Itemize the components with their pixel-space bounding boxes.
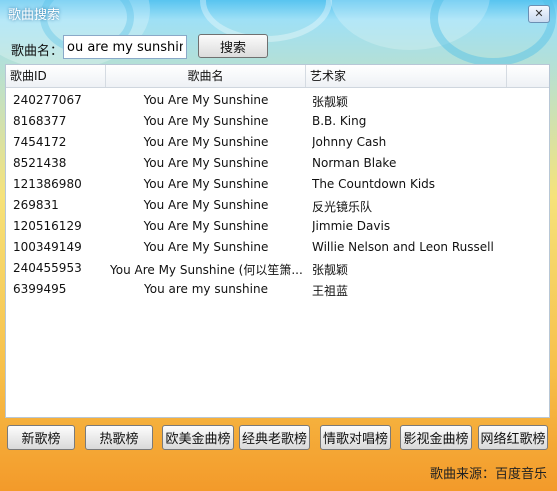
song-name-cell: You Are My Sunshine bbox=[143, 114, 269, 128]
app-window: 歌曲搜索 ✕ 歌曲名： 搜索 歌曲ID 歌曲名 艺术家 240277067 You… bbox=[0, 0, 557, 491]
song-name-cell: You Are My Sunshine bbox=[143, 135, 269, 149]
list-row[interactable]: 8168377 You Are My Sunshine B.B. King bbox=[6, 111, 549, 132]
song-name-label: 歌曲名： bbox=[11, 44, 64, 59]
new-songs-button[interactable]: 新歌榜 bbox=[7, 425, 75, 450]
artist-cell: Johnny Cash bbox=[312, 135, 387, 149]
western-hits-button[interactable]: 欧美金曲榜 bbox=[162, 425, 234, 450]
close-button[interactable]: ✕ bbox=[528, 5, 550, 23]
artist-cell: 张靓颖 bbox=[312, 95, 349, 109]
song-name-cell: You Are My Sunshine bbox=[143, 198, 269, 212]
list-row[interactable]: 269831 You Are My Sunshine 反光镜乐队 bbox=[6, 195, 549, 216]
artist-cell: B.B. King bbox=[312, 114, 367, 128]
song-id-cell: 121386980 bbox=[13, 177, 82, 191]
artist-cell: The Countdown Kids bbox=[312, 177, 436, 191]
artist-cell: Norman Blake bbox=[312, 156, 397, 170]
list-row[interactable]: 6399495 You are my sunshine 王祖蓝 bbox=[6, 279, 549, 300]
song-id-cell: 240455953 bbox=[13, 261, 82, 275]
song-id-cell: 269831 bbox=[13, 198, 59, 212]
artist-cell: 王祖蓝 bbox=[312, 284, 349, 298]
window-title: 歌曲搜索 bbox=[8, 8, 61, 23]
hot-songs-button[interactable]: 热歌榜 bbox=[85, 425, 153, 450]
song-name-cell: You Are My Sunshine bbox=[143, 177, 269, 191]
song-id-cell: 6399495 bbox=[13, 282, 67, 296]
column-header-artist[interactable]: 艺术家 bbox=[306, 65, 507, 87]
artist-cell: Willie Nelson and Leon Russell bbox=[312, 240, 494, 254]
film-tv-hits-button[interactable]: 影视金曲榜 bbox=[400, 425, 472, 450]
song-name-cell: You Are My Sunshine bbox=[143, 93, 269, 107]
list-row[interactable]: 240277067 You Are My Sunshine 张靓颖 bbox=[6, 90, 549, 111]
list-row[interactable]: 240455953 You Are My Sunshine (何以笙箫... 张靓颖 bbox=[6, 258, 549, 279]
column-header-song-id[interactable]: 歌曲ID bbox=[6, 65, 106, 87]
list-header: 歌曲ID 歌曲名 艺术家 bbox=[6, 65, 549, 88]
song-id-cell: 240277067 bbox=[13, 93, 82, 107]
song-name-input[interactable] bbox=[63, 35, 187, 59]
list-row[interactable]: 100349149 You Are My Sunshine Willie Nelso… bbox=[6, 237, 549, 258]
internet-hits-button[interactable]: 网络红歌榜 bbox=[478, 425, 548, 450]
list-row[interactable]: 121386980 You Are My Sunshine The Countdow… bbox=[6, 174, 549, 195]
column-header-filler bbox=[507, 65, 549, 87]
song-name-cell: You Are My Sunshine bbox=[143, 156, 269, 170]
list-row[interactable]: 120516129 You Are My Sunshine Jimmie Davis bbox=[6, 216, 549, 237]
artist-cell: 反光镜乐队 bbox=[312, 200, 373, 214]
artist-cell: 张靓颖 bbox=[312, 263, 349, 277]
list-row[interactable]: 7454172 You Are My Sunshine Johnny Cash bbox=[6, 132, 549, 153]
song-id-cell: 8521438 bbox=[13, 156, 67, 170]
song-name-cell: You Are My Sunshine bbox=[143, 219, 269, 233]
love-duets-button[interactable]: 情歌对唱榜 bbox=[320, 425, 391, 450]
artist-cell: Jimmie Davis bbox=[312, 219, 391, 233]
song-name-cell: You are my sunshine bbox=[144, 282, 268, 296]
song-name-cell: You Are My Sunshine bbox=[143, 240, 269, 254]
classic-oldies-button[interactable]: 经典老歌榜 bbox=[239, 425, 310, 450]
search-button[interactable]: 搜索 bbox=[198, 34, 268, 58]
list-row[interactable]: 8521438 You Are My Sunshine Norman Blake bbox=[6, 153, 549, 174]
song-id-cell: 8168377 bbox=[13, 114, 67, 128]
title-bar[interactable]: 歌曲搜索 ✕ bbox=[0, 0, 557, 24]
song-id-cell: 100349149 bbox=[13, 240, 82, 254]
column-header-song-name[interactable]: 歌曲名 bbox=[106, 65, 306, 87]
close-icon: ✕ bbox=[534, 7, 544, 20]
source-text: 歌曲来源：百度音乐 bbox=[430, 467, 548, 482]
song-id-cell: 120516129 bbox=[13, 219, 82, 233]
song-id-cell: 7454172 bbox=[13, 135, 67, 149]
song-name-cell: You Are My Sunshine (何以笙箫... bbox=[110, 263, 302, 277]
results-list[interactable]: 歌曲ID 歌曲名 艺术家 240277067 You Are My Sunshin… bbox=[5, 64, 550, 418]
